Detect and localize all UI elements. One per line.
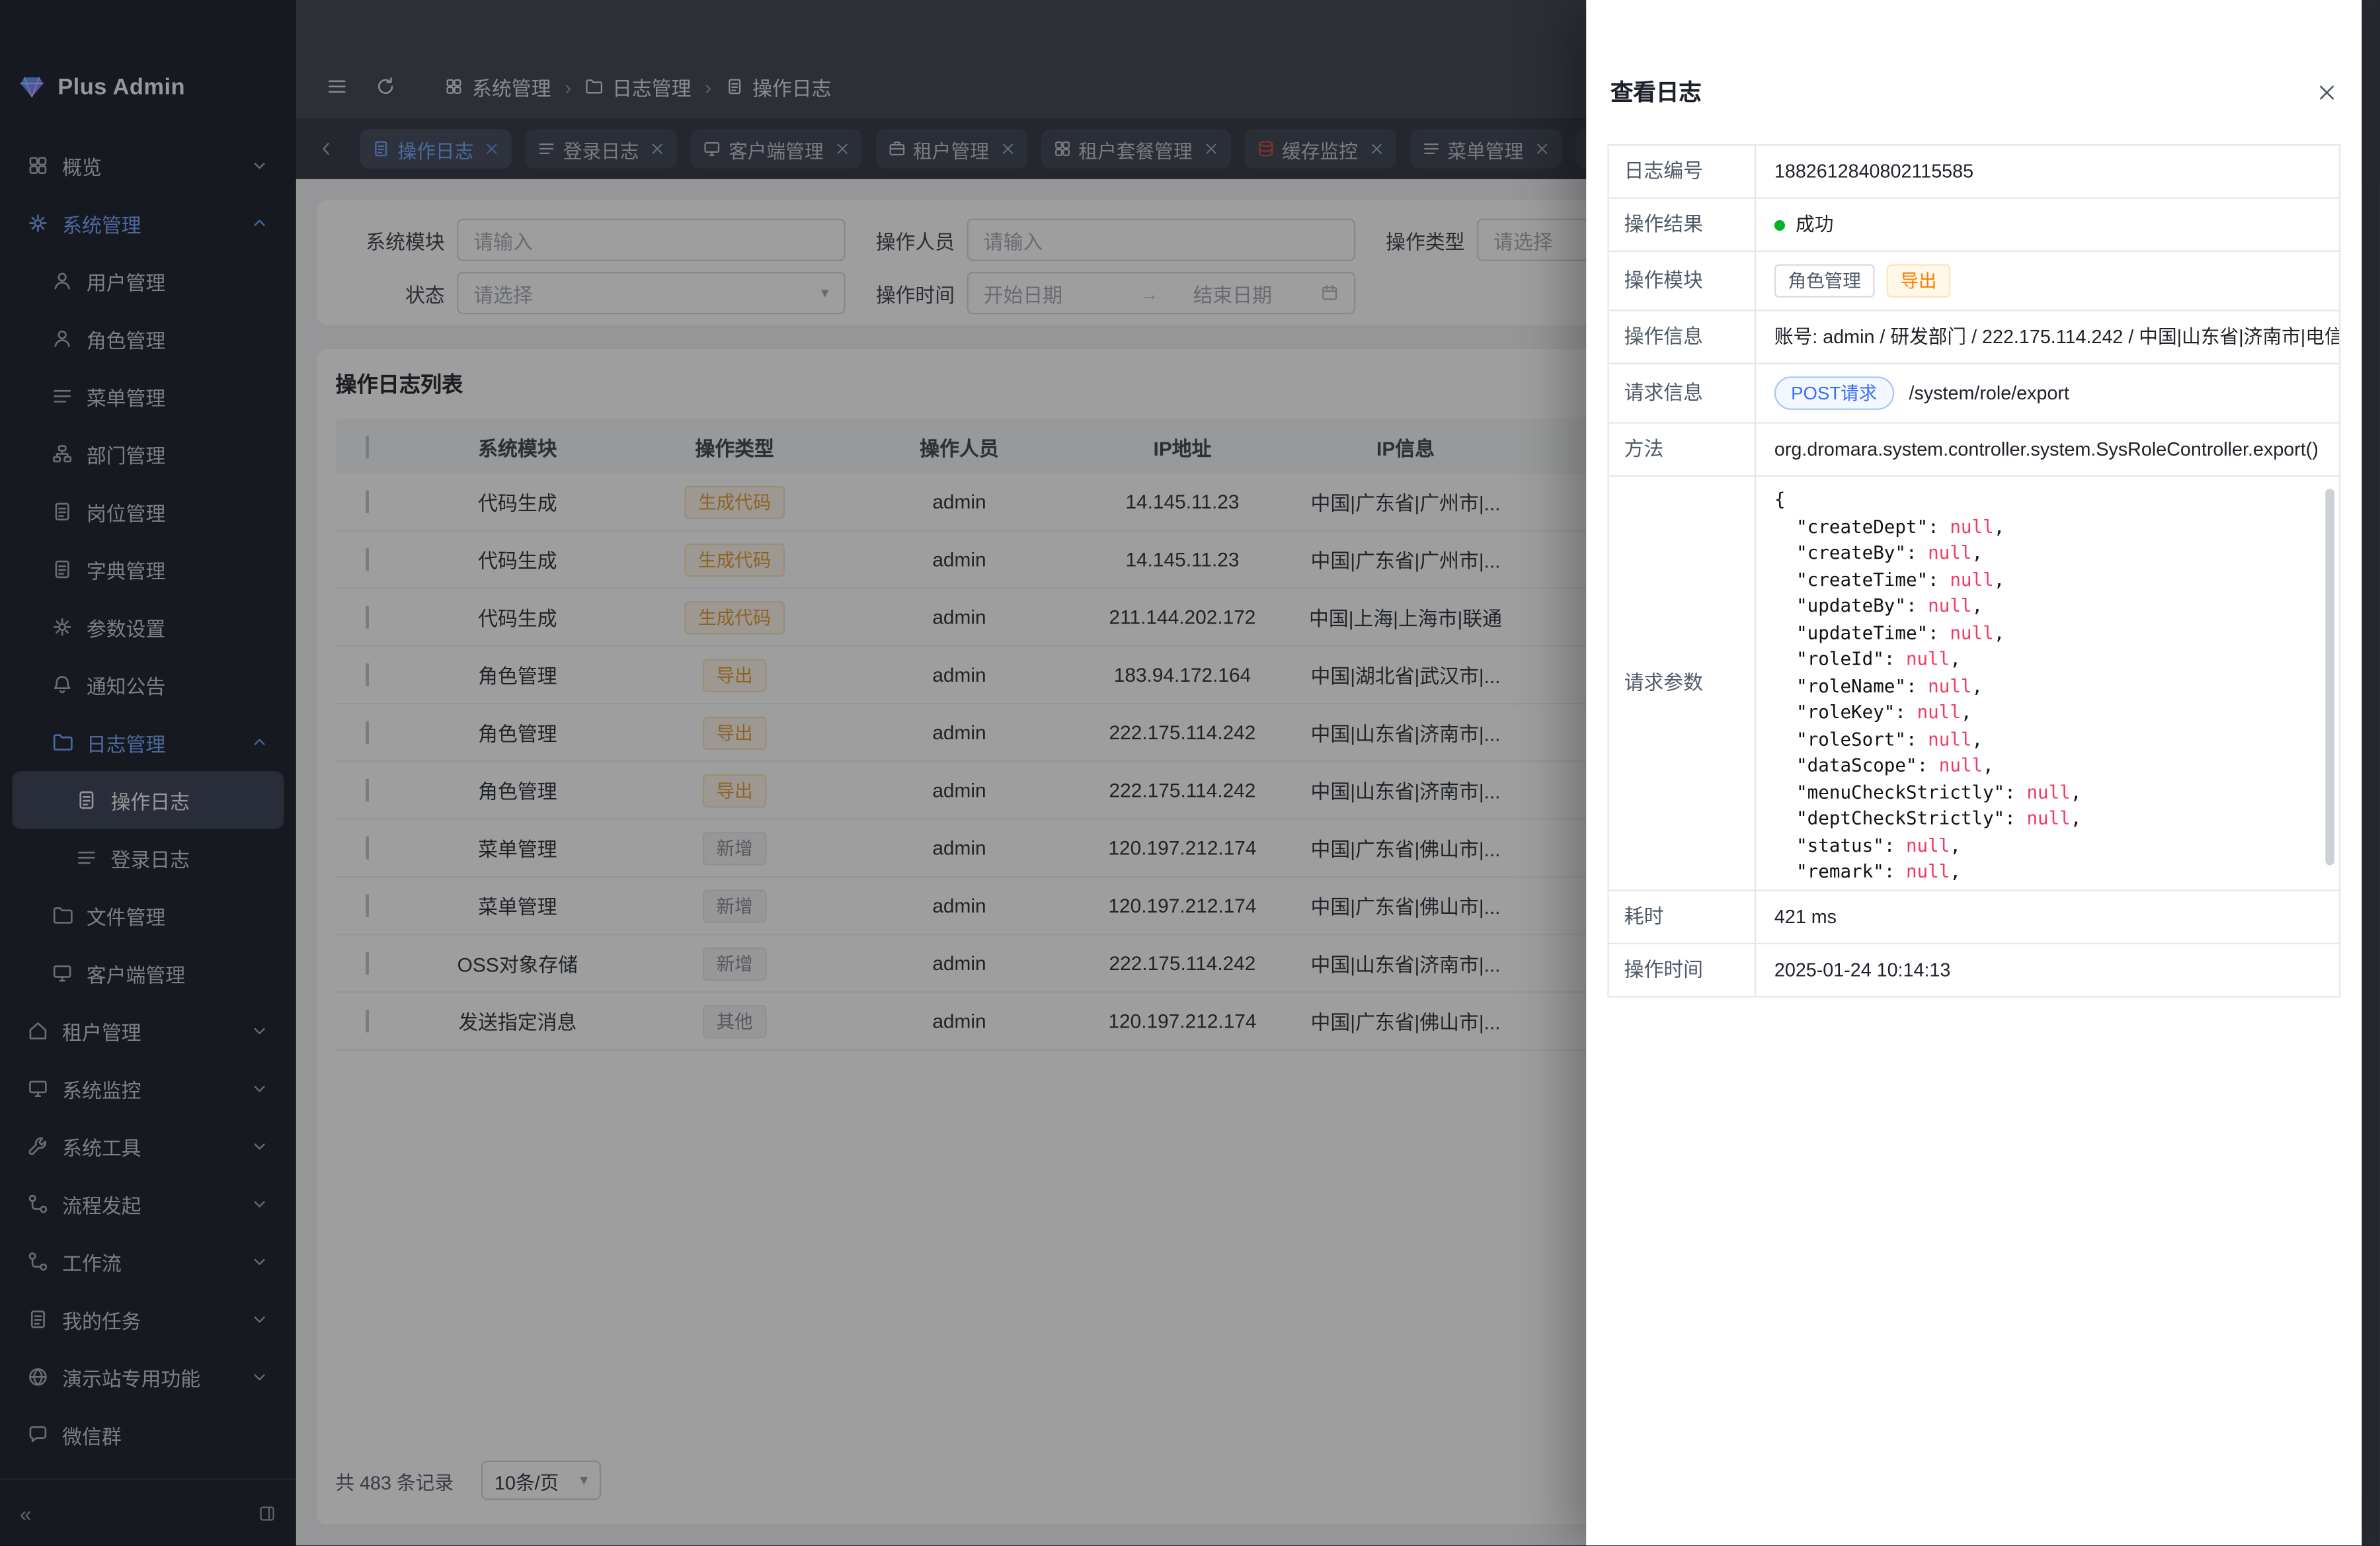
field-value-request: POST请求/system/role/export bbox=[1756, 364, 2339, 422]
http-method-tag: POST请求 bbox=[1774, 376, 1894, 410]
field-label: 操作时间 bbox=[1609, 944, 1757, 996]
close-drawer-icon[interactable] bbox=[2317, 81, 2338, 102]
drawer-field-result: 操作结果 成功 bbox=[1609, 199, 2339, 252]
field-label: 请求参数 bbox=[1609, 477, 1757, 889]
drawer-field-params: 请求参数{ "createDept": null, "createBy": nu… bbox=[1609, 477, 2339, 891]
field-label: 方法 bbox=[1609, 424, 1757, 475]
field-value-params: { "createDept": null, "createBy": null, … bbox=[1756, 477, 2339, 889]
drawer-title: 查看日志 bbox=[1610, 76, 1702, 108]
field-value-info: 账号: admin / 研发部门 / 222.175.114.242 / 中国|… bbox=[1756, 311, 2339, 363]
drawer-field-request: 请求信息POST请求/system/role/export bbox=[1609, 364, 2339, 424]
status-dot bbox=[1774, 220, 1785, 230]
drawer-field-method: 方法org.dromara.system.controller.system.S… bbox=[1609, 424, 2339, 477]
drawer-field-info: 操作信息账号: admin / 研发部门 / 222.175.114.242 /… bbox=[1609, 311, 2339, 364]
field-value-module: 角色管理导出 bbox=[1756, 252, 2339, 309]
field-value-method: org.dromara.system.controller.system.Sys… bbox=[1756, 424, 2339, 475]
field-value-result: 成功 bbox=[1756, 199, 2339, 251]
field-label: 操作结果 bbox=[1609, 199, 1757, 251]
field-label: 请求信息 bbox=[1609, 364, 1757, 422]
field-label: 日志编号 bbox=[1609, 145, 1757, 197]
request-url: /system/role/export bbox=[1909, 380, 2069, 407]
drawer-field-time: 操作时间2025-01-24 10:14:13 bbox=[1609, 944, 2339, 997]
field-value-log-id: 1882612840802115585 bbox=[1756, 145, 2339, 197]
field-value-cost: 421 ms bbox=[1756, 891, 2339, 943]
screen: Plus Admin 概览系统管理用户管理角色管理菜单管理部门管理岗位管理字典管… bbox=[0, 0, 2380, 1546]
drawer-field-cost: 耗时421 ms bbox=[1609, 891, 2339, 944]
drawer-field-log-id: 日志编号1882612840802115585 bbox=[1609, 145, 2339, 198]
module-tag: 角色管理 bbox=[1774, 264, 1875, 298]
request-params-json: { "createDept": null, "createBy": null, … bbox=[1756, 477, 2339, 889]
module-tag: 导出 bbox=[1887, 264, 1950, 298]
drawer-field-module: 操作模块角色管理导出 bbox=[1609, 252, 2339, 311]
field-label: 操作模块 bbox=[1609, 252, 1757, 309]
status-text: 成功 bbox=[1796, 211, 1833, 238]
page-scrollbar[interactable] bbox=[2361, 0, 2380, 1546]
field-value-time: 2025-01-24 10:14:13 bbox=[1756, 944, 2339, 996]
json-scrollbar-thumb[interactable] bbox=[2325, 489, 2334, 865]
field-label: 耗时 bbox=[1609, 891, 1757, 943]
drawer-header: 查看日志 bbox=[1586, 0, 2361, 144]
view-log-drawer: 查看日志 日志编号1882612840802115585操作结果 成功操作模块角色… bbox=[1586, 0, 2361, 1546]
log-details-table: 日志编号1882612840802115585操作结果成功操作模块角色管理导出操… bbox=[1607, 144, 2340, 997]
field-label: 操作信息 bbox=[1609, 311, 1757, 363]
